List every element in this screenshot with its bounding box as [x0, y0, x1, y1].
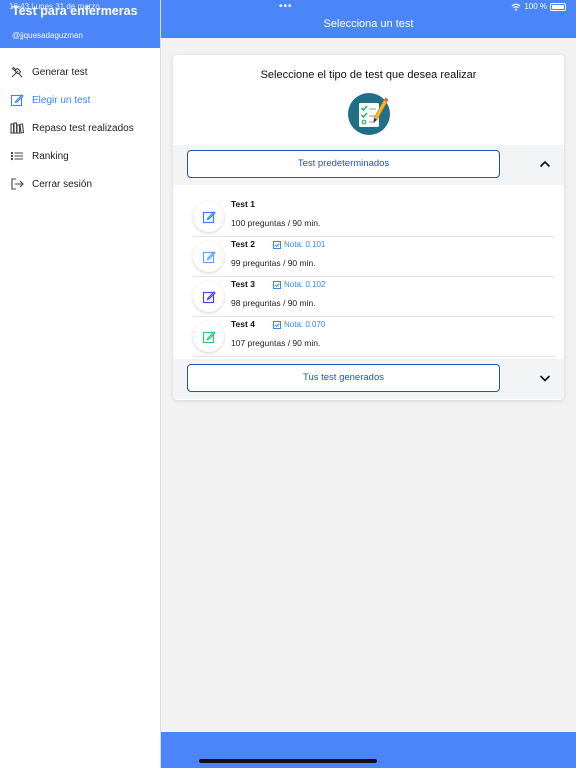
sidebar-item-repaso[interactable]: Repaso test realizados	[0, 114, 160, 142]
edit-icon	[10, 93, 24, 107]
logout-icon	[10, 177, 24, 191]
test-list: Test 1 100 preguntas / 90 min. Test 2 No…	[193, 197, 555, 357]
test-name: Test 1	[231, 199, 255, 209]
sidebar-item-cerrar-sesion[interactable]: Cerrar sesión	[0, 170, 160, 198]
test-row-1[interactable]: Test 1 100 preguntas / 90 min.	[193, 197, 555, 237]
wifi-icon	[511, 3, 521, 11]
status-time: 16:43 Lunes 31 de marzo	[9, 2, 100, 11]
section-generados: Tus test generados	[173, 359, 564, 399]
checklist-pencil-icon	[348, 93, 390, 135]
sidebar-item-elegir-test[interactable]: Elegir un test	[0, 86, 160, 114]
sidebar-menu: Generar test Elegir un test Repaso test …	[0, 58, 160, 198]
chevron-up-icon[interactable]	[538, 157, 552, 171]
username: @jjquesadaguzman	[12, 31, 83, 40]
edit-icon	[193, 241, 224, 272]
chevron-down-icon[interactable]	[538, 371, 552, 385]
test-name: Test 3	[231, 279, 255, 289]
test-meta: 100 preguntas / 90 min.	[231, 218, 321, 228]
battery-icon	[550, 2, 566, 11]
nota-badge: Nota: 0.070	[273, 320, 325, 329]
test-meta: 98 preguntas / 90 min.	[231, 298, 316, 308]
home-indicator[interactable]	[199, 759, 377, 763]
sidebar-item-label: Repaso test realizados	[32, 122, 134, 134]
battery-percent: 100 %	[524, 2, 547, 11]
predeterminados-button[interactable]: Test predeterminados	[187, 150, 500, 178]
nota-value: Nota: 0.102	[284, 280, 326, 289]
nota-badge: Nota: 0.101	[273, 240, 325, 249]
generados-button[interactable]: Tus test generados	[187, 364, 500, 392]
test-meta: 107 preguntas / 90 min.	[231, 338, 321, 348]
test-row-3[interactable]: Test 3 Nota: 0.102 98 preguntas / 90 min…	[193, 277, 555, 317]
test-row-2[interactable]: Test 2 Nota: 0.101 99 preguntas / 90 min…	[193, 237, 555, 277]
card-heading: Seleccione el tipo de test que desea rea…	[260, 69, 477, 81]
sidebar-item-label: Cerrar sesión	[32, 178, 93, 190]
test-name: Test 4	[231, 319, 255, 329]
edit-icon	[193, 281, 224, 312]
test-name: Test 2	[231, 239, 255, 249]
checkbox-icon	[273, 240, 281, 249]
edit-icon	[193, 201, 224, 232]
sidebar: Test para enfermeras @jjquesadaguzman Ge…	[0, 0, 161, 768]
list-icon	[10, 149, 24, 163]
test-row-4[interactable]: Test 4 Nota: 0.070 107 preguntas / 90 mi…	[193, 317, 555, 357]
checkbox-icon	[273, 320, 281, 329]
nota-value: Nota: 0.070	[284, 320, 326, 329]
status-bar: 16:43 Lunes 31 de marzo ••• 100 %	[0, 0, 576, 14]
section-predeterminados: Test predeterminados	[173, 145, 564, 185]
page-title: Selecciona un test	[323, 18, 414, 30]
test-selection-card: Seleccione el tipo de test que desea rea…	[173, 55, 564, 400]
edit-icon	[193, 321, 224, 352]
library-icon	[10, 121, 24, 135]
nota-badge: Nota: 0.102	[273, 280, 325, 289]
sidebar-item-label: Generar test	[32, 66, 88, 78]
tools-icon	[10, 65, 24, 79]
sidebar-item-generar-test[interactable]: Generar test	[0, 58, 160, 86]
sidebar-item-label: Ranking	[32, 150, 69, 162]
status-right: 100 %	[511, 2, 566, 11]
test-meta: 99 preguntas / 90 min.	[231, 258, 316, 268]
checkbox-icon	[273, 280, 281, 289]
nota-value: Nota: 0.101	[284, 240, 326, 249]
multitask-dots[interactable]: •••	[279, 1, 293, 12]
sidebar-item-ranking[interactable]: Ranking	[0, 142, 160, 170]
sidebar-item-label: Elegir un test	[32, 94, 91, 106]
main-content: Selecciona un test Seleccione el tipo de…	[161, 0, 576, 768]
